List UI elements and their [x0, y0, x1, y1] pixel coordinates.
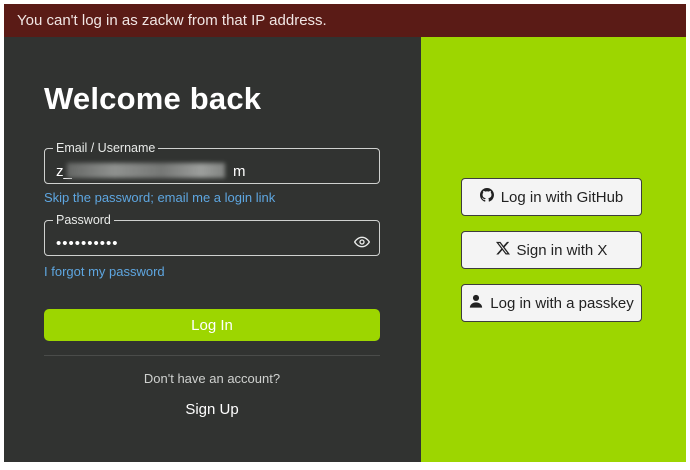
signup-link[interactable]: Sign Up: [44, 401, 380, 418]
divider: [44, 355, 380, 356]
email-value-end: m: [233, 163, 246, 180]
password-value: ••••••••••: [56, 235, 119, 252]
password-label: Password: [56, 213, 111, 227]
github-button-label: Log in with GitHub: [500, 188, 624, 206]
page-title: Welcome back: [44, 81, 262, 116]
alternative-login-panel: Log in with GitHub Sign in with X Log in…: [421, 37, 686, 462]
x-button-label: Sign in with X: [516, 241, 608, 259]
eye-icon[interactable]: [353, 234, 371, 250]
github-icon: [479, 188, 494, 206]
no-account-text: Don't have an account?: [143, 371, 281, 386]
error-message: You can't log in as zackw from that IP a…: [17, 12, 327, 29]
passkey-button-label: Log in with a passkey: [490, 294, 634, 312]
forgot-password-link[interactable]: I forgot my password: [44, 264, 165, 279]
passkey-login-button[interactable]: Log in with a passkey: [461, 284, 642, 322]
email-login-link[interactable]: Skip the password; email me a login link: [44, 190, 275, 205]
email-field[interactable]: Email / Username z_ m: [44, 142, 380, 184]
x-login-button[interactable]: Sign in with X: [461, 231, 642, 269]
email-redaction-blur: [67, 163, 225, 178]
login-form-panel: Welcome back Email / Username z_ m Skip …: [4, 37, 421, 462]
password-field[interactable]: Password ••••••••••: [44, 214, 380, 256]
login-page: You can't log in as zackw from that IP a…: [4, 4, 686, 462]
email-label: Email / Username: [56, 141, 156, 155]
x-icon: [495, 241, 510, 259]
error-banner: You can't log in as zackw from that IP a…: [4, 4, 686, 37]
github-login-button[interactable]: Log in with GitHub: [461, 178, 642, 216]
login-button[interactable]: Log In: [44, 309, 380, 341]
user-icon: [469, 294, 483, 312]
